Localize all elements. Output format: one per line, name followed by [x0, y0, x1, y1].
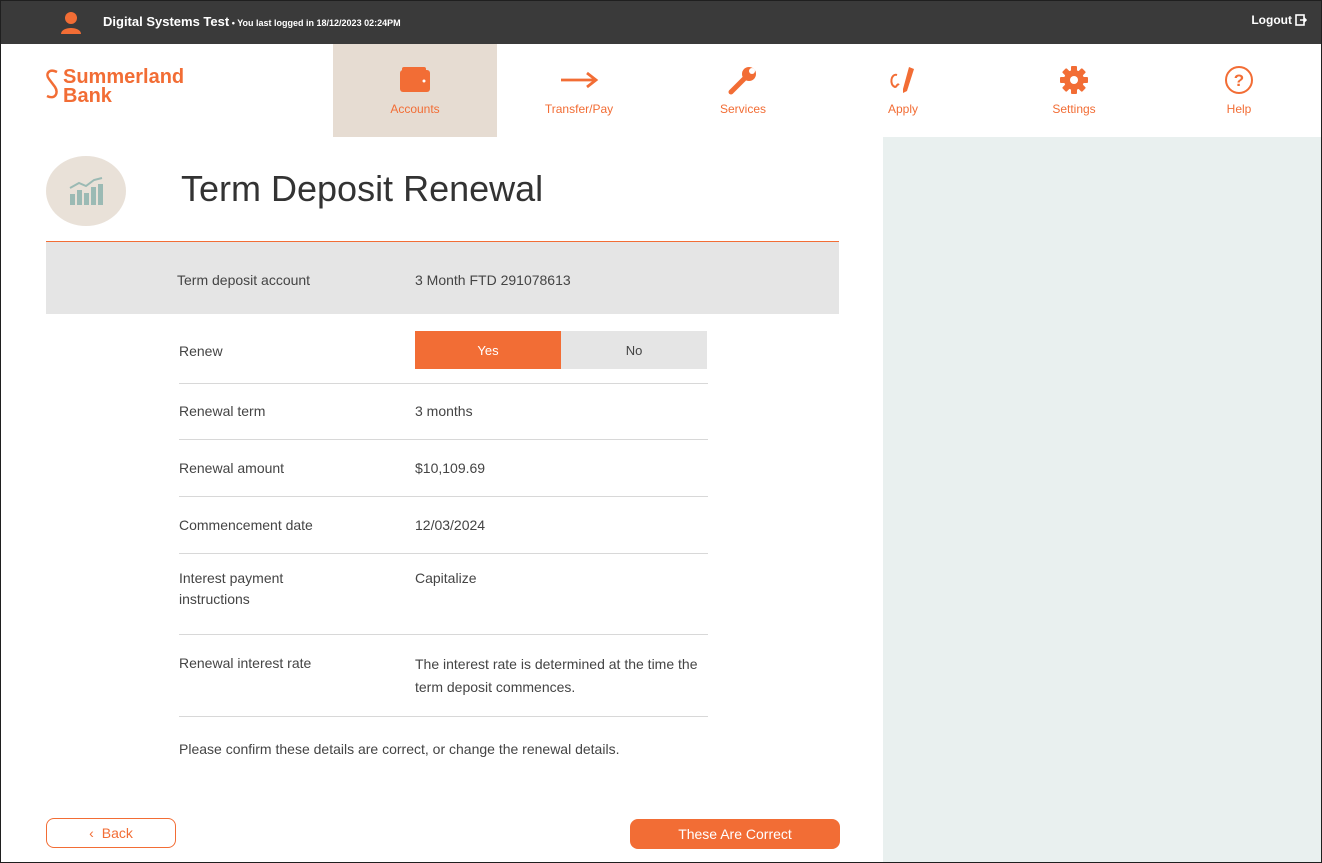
account-label: Term deposit account [177, 272, 311, 288]
confirm-instructions: Please confirm these details are correct… [179, 741, 620, 757]
nav-settings-label: Settings [1052, 102, 1096, 116]
svg-text:?: ? [1234, 71, 1244, 90]
signature-pen-icon [890, 67, 914, 93]
renew-no-option[interactable]: No [561, 331, 707, 369]
arrow-right-icon [561, 71, 599, 89]
renewal-amount-row: Renewal amount $10,109.69 [179, 440, 708, 497]
nav-apply[interactable]: Apply [821, 44, 985, 137]
renewal-term-value: 3 months [415, 403, 473, 419]
renewal-term-row: Renewal term 3 months [179, 384, 708, 440]
renew-toggle: Yes No [415, 331, 707, 369]
wrench-icon [728, 67, 756, 95]
chevron-left-icon: ‹ [89, 825, 94, 841]
logo-line2: Bank [63, 85, 112, 107]
page-title: Term Deposit Renewal [181, 168, 544, 209]
page-icon [46, 156, 126, 226]
growth-chart-icon [69, 177, 103, 205]
commencement-date-row: Commencement date 12/03/2024 [179, 497, 708, 554]
renew-label: Renew [179, 343, 223, 359]
renewal-amount-value: $10,109.69 [415, 460, 486, 476]
gear-icon [1060, 66, 1088, 94]
wallet-icon [400, 67, 430, 92]
renewal-rate-label: Renewal interest rate [179, 655, 312, 671]
logout-icon [1295, 14, 1307, 26]
side-panel [883, 137, 1321, 862]
main-header: Summerland Bank Accounts Transfer/Pay Se… [1, 44, 1321, 137]
commencement-date-value: 12/03/2024 [415, 517, 486, 533]
renewal-amount-label: Renewal amount [179, 460, 285, 476]
help-icon: ? [1225, 66, 1253, 94]
nav-settings[interactable]: Settings [992, 44, 1156, 137]
nav-transfer-pay-label: Transfer/Pay [544, 102, 614, 116]
nav-accounts[interactable]: Accounts [333, 44, 497, 137]
interest-payment-value: Capitalize [415, 570, 477, 586]
logo-mark-icon [46, 69, 58, 99]
logout-label: Logout [1251, 13, 1292, 27]
logout-button[interactable]: Logout [1251, 13, 1307, 27]
renewal-term-label: Renewal term [179, 403, 266, 419]
user-name: Digital Systems Test [103, 14, 230, 29]
user-info: Digital Systems Test • You last logged i… [103, 14, 401, 29]
last-login-text: • You last logged in 18/12/2023 02:24PM [229, 18, 401, 28]
user-icon [61, 12, 81, 34]
back-label: Back [101, 825, 133, 841]
renew-yes-option[interactable]: Yes [415, 331, 561, 369]
renewal-rate-row: Renewal interest rate The interest rate … [179, 635, 708, 717]
nav-services-label: Services [719, 102, 766, 116]
nav-help-label: Help [1226, 102, 1252, 116]
these-are-correct-button[interactable]: These Are Correct [630, 819, 840, 849]
nav-services[interactable]: Services [661, 44, 825, 137]
nav-apply-label: Apply [887, 102, 919, 116]
interest-payment-row: Interest payment instructions Capitalize [179, 554, 708, 635]
nav-transfer-pay[interactable]: Transfer/Pay [497, 44, 661, 137]
top-bar: Digital Systems Test • You last logged i… [1, 1, 1321, 44]
nav-accounts-label: Accounts [390, 102, 440, 116]
nav-help[interactable]: ? Help [1157, 44, 1321, 137]
account-summary: Term deposit account 3 Month FTD 2910786… [46, 242, 839, 314]
interest-payment-label: Interest payment instructions [179, 570, 284, 607]
renewal-rate-value: The interest rate is determined at the t… [415, 656, 698, 695]
logo-text: Summerland Bank [63, 67, 184, 107]
back-button[interactable]: ‹ Back [46, 818, 176, 848]
commencement-date-label: Commencement date [179, 517, 313, 533]
account-value: 3 Month FTD 291078613 [415, 272, 571, 288]
bank-logo[interactable]: Summerland Bank [43, 67, 184, 108]
